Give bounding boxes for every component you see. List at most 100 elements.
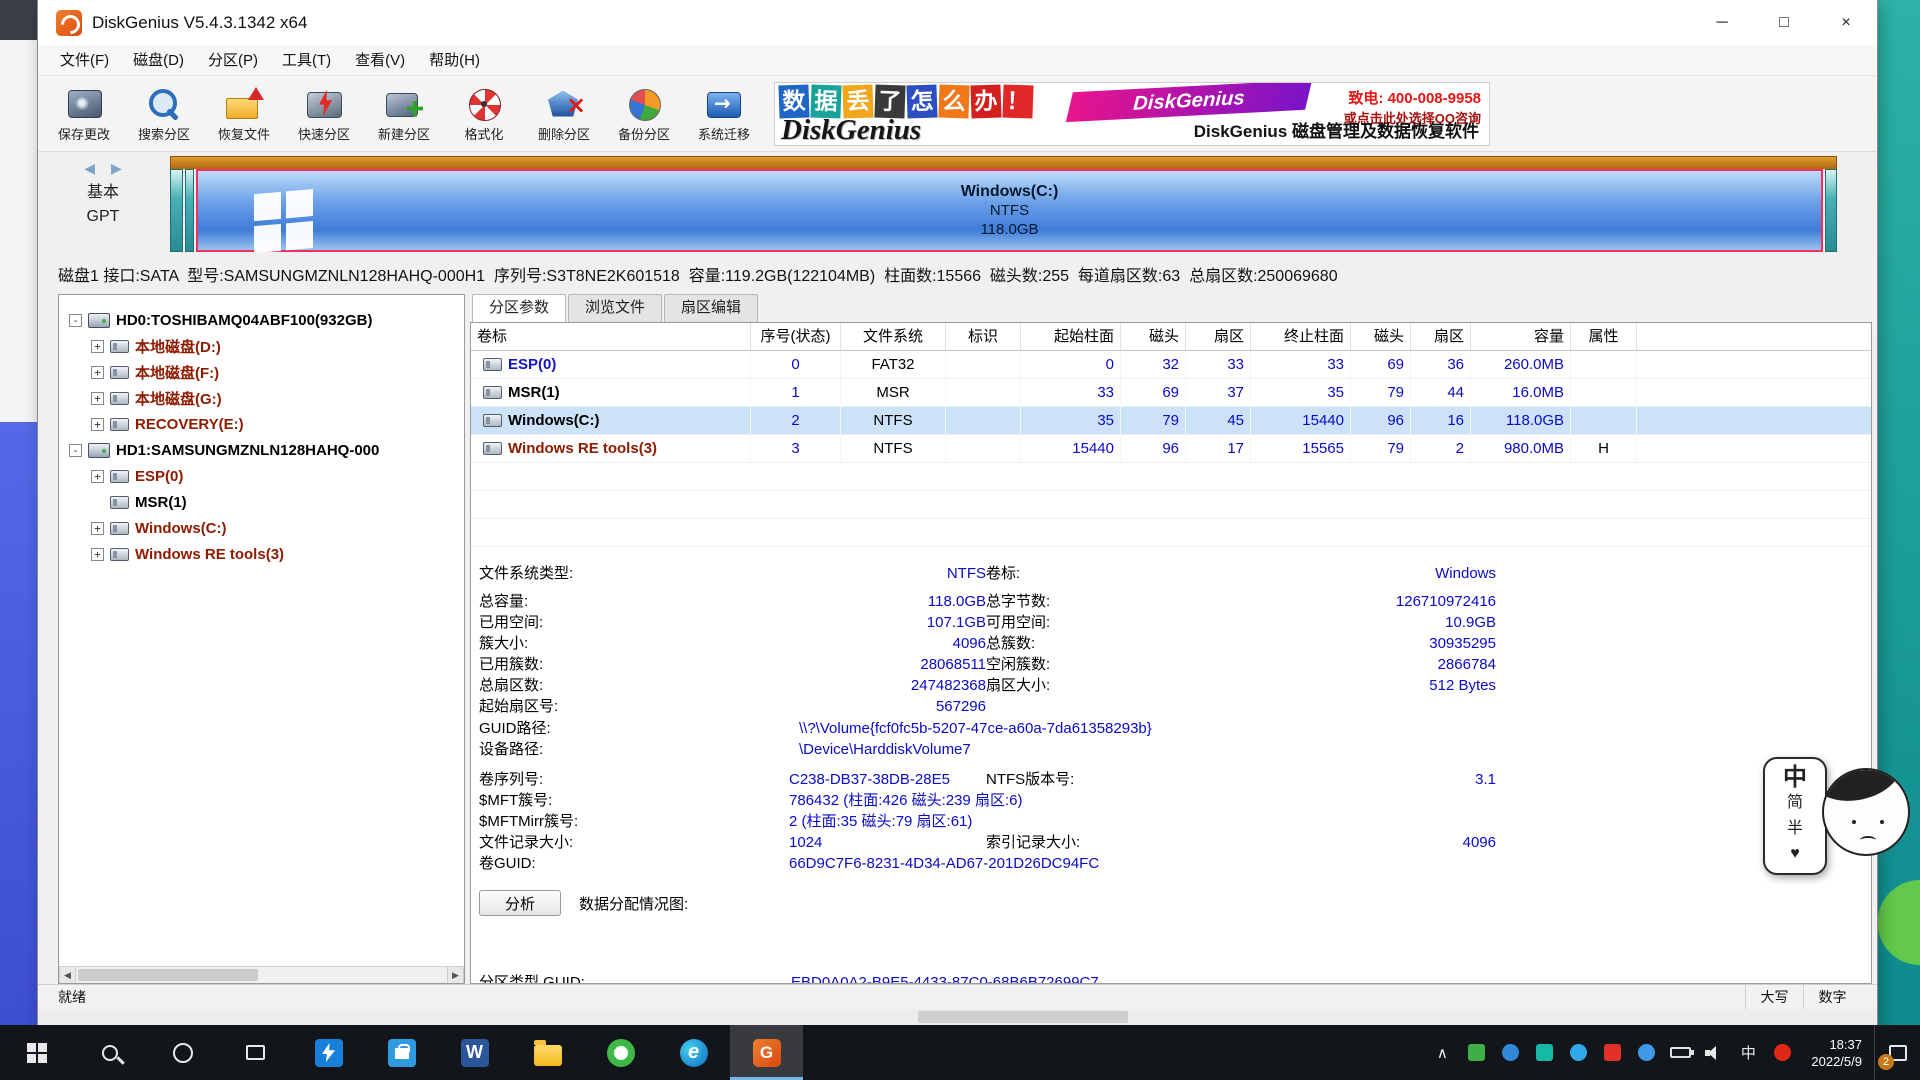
partition-row[interactable]: Windows RE tools(3)3NTFS1544096171556579… <box>471 435 1871 463</box>
menu-view[interactable]: 查看(V) <box>343 45 417 76</box>
start-button[interactable] <box>0 1025 73 1080</box>
expand-toggle-icon[interactable]: - <box>69 314 82 327</box>
detail-label: 总容量: <box>479 591 704 612</box>
expand-toggle-icon[interactable]: - <box>69 444 82 457</box>
window-scrollbar-thumb[interactable] <box>918 1011 1128 1023</box>
detail-value: 30935295 <box>1164 633 1496 654</box>
msr-partition-block[interactable] <box>185 169 194 252</box>
qq-tray-button[interactable] <box>1561 1025 1595 1080</box>
ime-mascot[interactable] <box>1822 768 1914 864</box>
expand-toggle-icon[interactable]: + <box>91 340 104 353</box>
menu-disk[interactable]: 磁盘(D) <box>121 45 196 76</box>
tree-item[interactable]: +ESP(0) <box>59 463 464 489</box>
recover-files-button[interactable]: 恢复文件 <box>204 79 284 149</box>
tray-teal-tray-button[interactable] <box>1527 1025 1561 1080</box>
tree-item[interactable]: +Windows(C:) <box>59 515 464 541</box>
quick-partition-button[interactable]: 快速分区 <box>284 79 364 149</box>
tab-partition-params[interactable]: 分区参数 <box>472 294 566 322</box>
scroll-right-arrow-icon[interactable]: ▶ <box>447 967 464 983</box>
search-partition-button[interactable]: 搜索分区 <box>124 79 204 149</box>
diskgenius-taskbar-button[interactable]: G <box>730 1025 803 1080</box>
column-header[interactable]: 序号(状态) <box>751 323 841 350</box>
edge-button[interactable]: e <box>657 1025 730 1080</box>
tab-browse-files[interactable]: 浏览文件 <box>568 294 662 322</box>
esp-partition-block[interactable] <box>170 169 183 252</box>
column-header[interactable]: 文件系统 <box>841 323 946 350</box>
tree-item[interactable]: + 本地磁盘(G:) <box>59 385 464 411</box>
next-disk-arrow[interactable]: ▶ <box>105 160 128 176</box>
tree-item[interactable]: MSR(1) <box>59 489 464 515</box>
lightning-app-button[interactable] <box>292 1025 365 1080</box>
task-view-button[interactable] <box>219 1025 292 1080</box>
taskbar-clock[interactable]: 18:37 2022/5/9 <box>1799 1036 1874 1070</box>
menu-tools[interactable]: 工具(T) <box>270 45 343 76</box>
expand-toggle-icon[interactable]: + <box>91 470 104 483</box>
column-header[interactable]: 扇区 <box>1186 323 1251 350</box>
partition-row[interactable]: ESP(0)0FAT3203233336936260.0MB <box>471 351 1871 379</box>
tray-s-red-tray-button[interactable] <box>1765 1025 1799 1080</box>
volume-tray-button[interactable] <box>1697 1025 1731 1080</box>
column-header[interactable]: 标识 <box>946 323 1021 350</box>
column-header[interactable]: 容量 <box>1471 323 1571 350</box>
tree-item-label: 本地磁盘(G:) <box>135 388 222 409</box>
window-horizontal-scrollbar[interactable] <box>38 1009 1877 1025</box>
windows-partition-block[interactable]: Windows(C:) NTFS 118.0GB <box>196 169 1823 252</box>
file-explorer-button[interactable] <box>511 1025 584 1080</box>
tree-item[interactable]: +本地磁盘(F:) <box>59 359 464 385</box>
column-header[interactable]: 扇区 <box>1411 323 1471 350</box>
ime-mode-indicator-tray-button[interactable]: 中 <box>1731 1025 1765 1080</box>
scrollbar-track[interactable] <box>76 967 447 983</box>
backup-partition-button[interactable]: 备份分区 <box>604 79 684 149</box>
hiddens-chevron-tray-button[interactable]: ∧ <box>1425 1025 1459 1080</box>
partition-row[interactable]: Windows(C:)2NTFS357945154409616118.0GB <box>471 407 1871 435</box>
scroll-left-arrow-icon[interactable]: ◀ <box>59 967 76 983</box>
tree-item[interactable]: -HD0:TOSHIBAMQ04ABF100(932GB) <box>59 307 464 333</box>
expand-toggle-icon[interactable]: + <box>91 548 104 561</box>
column-header[interactable]: 磁头 <box>1121 323 1186 350</box>
menu-partition[interactable]: 分区(P) <box>196 45 270 76</box>
store-button[interactable] <box>365 1025 438 1080</box>
analyze-button[interactable]: 分析 <box>479 890 561 916</box>
expand-toggle-icon[interactable]: + <box>91 366 104 379</box>
menu-help[interactable]: 帮助(H) <box>417 45 492 76</box>
expand-toggle-icon[interactable]: + <box>91 522 104 535</box>
ad-banner[interactable]: 数据丢了怎么办！ DiskGenius DiskGenius 致电: 400-0… <box>774 82 1490 146</box>
system-migrate-button[interactable]: 系统迁移 <box>684 79 764 149</box>
prev-disk-arrow[interactable]: ◀ <box>78 160 101 176</box>
tree-item[interactable]: +本地磁盘(D:) <box>59 333 464 359</box>
expand-toggle-icon[interactable]: + <box>91 418 104 431</box>
delete-partition-button[interactable]: 删除分区 <box>524 79 604 149</box>
menu-file[interactable]: 文件(F) <box>48 45 121 76</box>
column-header[interactable]: 起始柱面 <box>1021 323 1121 350</box>
column-header[interactable]: 终止柱面 <box>1251 323 1351 350</box>
maximize-button[interactable]: □ <box>1753 0 1815 45</box>
battery-tray-button[interactable] <box>1663 1025 1697 1080</box>
column-header[interactable]: 卷标 <box>471 323 751 350</box>
scrollbar-thumb[interactable] <box>78 969 258 981</box>
column-header[interactable]: 磁头 <box>1351 323 1411 350</box>
tab-sector-edit[interactable]: 扇区编辑 <box>664 294 758 322</box>
tray-blue-circle-tray-button[interactable] <box>1493 1025 1527 1080</box>
expand-toggle-icon[interactable]: + <box>91 392 104 405</box>
tree-item[interactable]: +Windows RE tools(3) <box>59 541 464 567</box>
minimize-button[interactable]: ─ <box>1691 0 1753 45</box>
taskbar-search-button[interactable] <box>73 1025 146 1080</box>
partition-row[interactable]: MSR(1)1MSR33693735794416.0MB <box>471 379 1871 407</box>
snowflake-tray-button[interactable] <box>1629 1025 1663 1080</box>
format-button[interactable]: 格式化 <box>444 79 524 149</box>
tree-item[interactable]: +RECOVERY(E:) <box>59 411 464 437</box>
recovery-partition-block[interactable] <box>1825 169 1837 252</box>
column-header[interactable]: 属性 <box>1571 323 1637 350</box>
tray-red-tray-button[interactable] <box>1595 1025 1629 1080</box>
tree-horizontal-scrollbar[interactable]: ◀ ▶ <box>59 966 464 983</box>
notification-center-button[interactable]: 2 <box>1874 1025 1920 1080</box>
new-partition-button[interactable]: 新建分区 <box>364 79 444 149</box>
tree-item[interactable]: -HD1:SAMSUNGMZNLN128HAHQ-000 <box>59 437 464 463</box>
word-button[interactable]: W <box>438 1025 511 1080</box>
ime-status-widget[interactable]: 中简半♥ <box>1763 757 1827 875</box>
save-changes-button[interactable]: 保存更改 <box>44 79 124 149</box>
browser-360-button[interactable] <box>584 1025 657 1080</box>
cortana-button[interactable] <box>146 1025 219 1080</box>
security-green-tray-button[interactable] <box>1459 1025 1493 1080</box>
close-button[interactable]: × <box>1815 0 1877 45</box>
